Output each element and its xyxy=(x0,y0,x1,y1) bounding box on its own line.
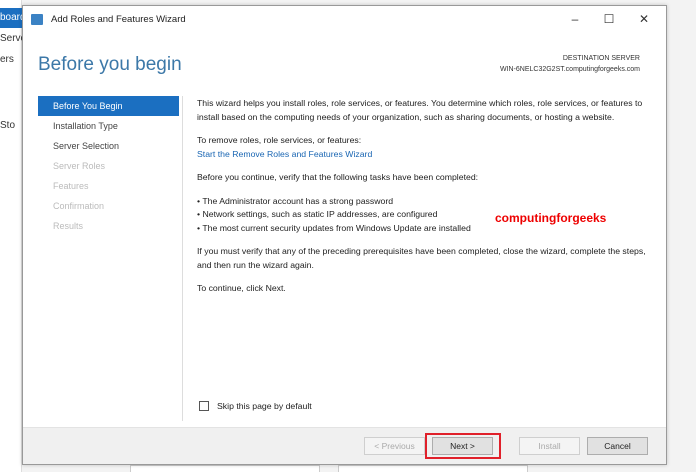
nav-server-roles: Server Roles xyxy=(53,161,106,171)
cancel-button[interactable]: Cancel xyxy=(587,437,648,455)
divider xyxy=(182,96,183,421)
remove-label: To remove roles, role services, or featu… xyxy=(197,135,362,145)
intro-text: This wizard helps you install roles, rol… xyxy=(197,98,643,122)
destination-name: WIN-6NELC32G2ST.computingforgeeks.com xyxy=(499,66,640,73)
background-tile xyxy=(338,465,528,472)
sidebar-item-all-servers[interactable]: ers xyxy=(0,54,22,65)
nav-installation-type[interactable]: Installation Type xyxy=(38,116,179,136)
sidebar-item-local-server[interactable]: Server xyxy=(0,33,22,44)
list-item: The Administrator account has a strong p… xyxy=(197,195,647,209)
checkbox[interactable] xyxy=(199,401,209,411)
wizard-app-icon xyxy=(31,13,43,25)
close-button[interactable]: ✕ xyxy=(627,6,661,32)
button-bar: < Previous Next > Install Cancel xyxy=(23,427,666,464)
sidebar-item-storage[interactable]: Sto xyxy=(0,120,22,131)
wizard-nav: Before You Begin Installation Type Serve… xyxy=(38,96,179,236)
destination-label: DESTINATION SERVER xyxy=(562,55,640,62)
skip-label: Skip this page by default xyxy=(217,401,312,411)
nav-server-selection[interactable]: Server Selection xyxy=(38,136,179,156)
watermark: computingforgeeks xyxy=(495,211,607,225)
sidebar-item-dashboard[interactable]: board xyxy=(0,8,22,28)
content-pane: This wizard helps you install roles, rol… xyxy=(197,97,647,306)
skip-page-checkbox[interactable]: Skip this page by default xyxy=(199,401,312,411)
continue-text: To continue, click Next. xyxy=(197,283,286,293)
verify-text: Before you continue, verify that the fol… xyxy=(197,172,479,182)
remove-wizard-link[interactable]: Start the Remove Roles and Features Wiza… xyxy=(197,149,372,159)
nav-results: Results xyxy=(53,221,84,231)
nav-before-you-begin[interactable]: Before You Begin xyxy=(38,96,179,116)
window-title: Add Roles and Features Wizard xyxy=(51,13,186,25)
nav-confirmation: Confirmation xyxy=(53,201,105,211)
prereq-text: If you must verify that any of the prece… xyxy=(197,246,646,270)
background-tile xyxy=(130,465,320,472)
install-button: Install xyxy=(519,437,580,455)
wizard-window: Add Roles and Features Wizard – ☐ ✕ Befo… xyxy=(22,5,667,465)
highlight-box xyxy=(425,433,501,459)
previous-button: < Previous xyxy=(364,437,425,455)
destination-server: DESTINATION SERVER WIN-6NELC32G2ST.compu… xyxy=(500,53,640,75)
server-manager-sidebar: board Server ers Sto xyxy=(0,0,22,472)
nav-features: Features xyxy=(53,181,89,191)
minimize-button[interactable]: – xyxy=(558,6,592,32)
maximize-button[interactable]: ☐ xyxy=(592,6,626,32)
page-title: Before you begin xyxy=(38,54,182,75)
